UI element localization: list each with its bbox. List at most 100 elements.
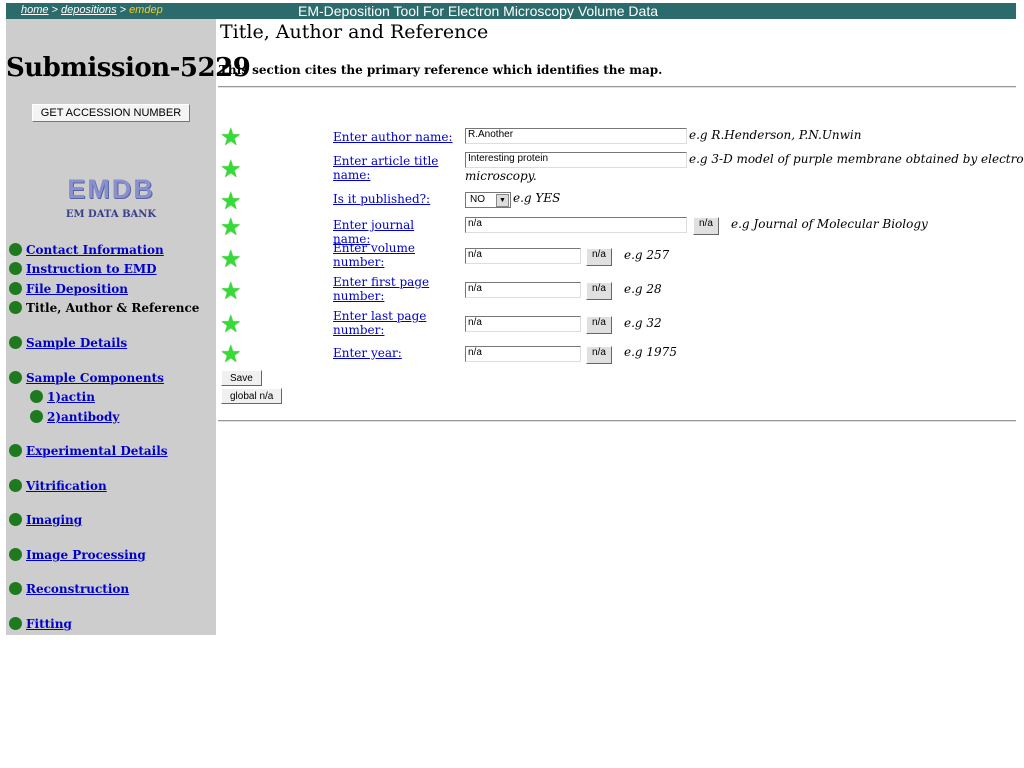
sidebar-item-label[interactable]: Image Processing [26,548,146,562]
last-page-na-button[interactable]: n/a [586,316,612,334]
sidebar-item-reconstruction[interactable]: Reconstruction [9,582,129,596]
article-title-link[interactable]: Enter article title name: [333,154,438,182]
bullet-icon [9,262,22,275]
required-star-icon: ★ [220,245,242,273]
required-star-icon: ★ [220,187,242,215]
article-title-example-cont: microscopy. [465,169,537,183]
bullet-icon [9,243,22,256]
sidebar-item-sample-details[interactable]: Sample Details [9,336,127,350]
bullet-icon [30,390,43,403]
first-page-label[interactable]: Enter first page number: [333,275,455,303]
sidebar-item-antibody[interactable]: 2)antibody [30,410,119,424]
bullet-icon [9,548,22,561]
sidebar-item-label: Title, Author & Reference [26,301,200,315]
sidebar-item-label[interactable]: Fitting [26,617,72,631]
article-title-label[interactable]: Enter article title name: [333,154,455,182]
bullet-icon [9,282,22,295]
published-link[interactable]: Is it published?: [333,192,430,206]
breadcrumb: home > depositions > emdep [21,4,163,16]
sidebar-item-label[interactable]: Imaging [26,513,82,527]
sidebar-item-imaging[interactable]: Imaging [9,513,82,527]
bullet-icon [30,410,43,423]
published-example: e.g YES [513,191,561,205]
year-na-button[interactable]: n/a [586,346,612,364]
year-input[interactable]: n/a [465,346,581,362]
breadcrumb-separator: > [119,4,127,16]
journal-name-input[interactable]: n/a [465,217,687,233]
published-select[interactable]: NO ▼ [465,192,511,208]
required-star-icon: ★ [220,123,242,151]
bullet-icon [9,371,22,384]
year-link[interactable]: Enter year: [333,346,402,360]
volume-link[interactable]: Enter volume number: [333,241,415,269]
divider [218,420,1016,422]
author-name-link[interactable]: Enter author name: [333,130,453,144]
sidebar-item-image-processing[interactable]: Image Processing [9,548,146,562]
top-bar: home > depositions > emdep EM-Deposition Too… [6,3,1016,19]
sidebar-item-label[interactable]: Reconstruction [26,582,129,596]
breadcrumb-separator: > [51,4,58,16]
global-na-button[interactable]: global n/a [221,388,283,404]
article-title-example: e.g 3-D model of purple membrane obtaine… [689,152,1024,166]
sidebar-item-label[interactable]: Experimental Details [26,444,168,458]
author-name-input[interactable]: R.Another [465,128,687,144]
volume-label[interactable]: Enter volume number: [333,241,455,269]
year-label[interactable]: Enter year: [333,346,455,360]
required-star-icon: ★ [220,155,242,183]
last-page-link[interactable]: Enter last page number: [333,309,426,337]
sidebar-item-instruction[interactable]: Instruction to EMD [9,262,157,276]
save-button[interactable]: Save [221,370,262,386]
required-star-icon: ★ [220,213,242,241]
last-page-label[interactable]: Enter last page number: [333,309,455,337]
published-label[interactable]: Is it published?: [333,192,455,206]
dropdown-arrow-icon[interactable]: ▼ [496,194,509,207]
first-page-na-button[interactable]: n/a [586,282,612,300]
sidebar-item-label[interactable]: Instruction to EMD [26,262,157,276]
journal-name-example: e.g Journal of Molecular Biology [731,217,928,231]
sidebar-item-fitting[interactable]: Fitting [9,617,72,631]
app-title: EM-Deposition Tool For Electron Microsco… [298,3,659,19]
sidebar-item-label[interactable]: File Deposition [26,282,128,296]
required-star-icon: ★ [220,310,242,338]
sidebar-item-label[interactable]: Sample Details [26,336,127,350]
required-star-icon: ★ [220,277,242,305]
first-page-example: e.g 28 [624,282,662,296]
volume-example: e.g 257 [624,248,670,262]
get-accession-number-button[interactable]: GET ACCESSION NUMBER [32,104,190,122]
breadcrumb-depositions-link[interactable]: depositions [61,4,117,16]
published-select-value: NO [470,194,485,205]
emdb-logo-subtitle: EM DATA BANK [65,209,157,220]
section-intro: This section cites the primary reference… [219,63,663,77]
breadcrumb-home-link[interactable]: home [21,4,49,16]
first-page-link[interactable]: Enter first page number: [333,275,429,303]
bullet-icon [9,617,22,630]
sidebar-item-label[interactable]: 1)actin [47,390,95,404]
first-page-input[interactable]: n/a [465,282,581,298]
sidebar-item-file-deposition[interactable]: File Deposition [9,282,128,296]
last-page-input[interactable]: n/a [465,316,581,332]
article-title-input[interactable]: Interesting protein [465,152,687,168]
sidebar-item-actin[interactable]: 1)actin [30,390,95,404]
year-example: e.g 1975 [624,345,677,359]
author-name-label[interactable]: Enter author name: [333,130,455,144]
breadcrumb-current: emdep [129,4,163,16]
sidebar-item-label[interactable]: Vitrification [26,479,107,493]
page-title: Title, Author and Reference [220,21,489,43]
bullet-icon [9,444,22,457]
sidebar-item-sample-components[interactable]: Sample Components [9,371,164,385]
sidebar-item-experimental-details[interactable]: Experimental Details [9,444,168,458]
volume-na-button[interactable]: n/a [586,248,612,266]
sidebar-item-label[interactable]: Sample Components [26,371,164,385]
volume-input[interactable]: n/a [465,248,581,264]
sidebar-item-contact-information[interactable]: Contact Information [9,243,164,257]
sidebar-item-label[interactable]: 2)antibody [47,410,119,424]
last-page-example: e.g 32 [624,316,662,330]
bullet-icon [9,301,22,314]
divider [218,86,1016,88]
journal-na-button[interactable]: n/a [693,217,719,235]
required-star-icon: ★ [220,340,242,368]
submission-title: Submission-5229 [6,53,251,83]
sidebar: Submission-5229 GET ACCESSION NUMBER EMD… [6,19,251,635]
sidebar-item-vitrification[interactable]: Vitrification [9,479,107,493]
sidebar-item-label[interactable]: Contact Information [26,243,164,257]
